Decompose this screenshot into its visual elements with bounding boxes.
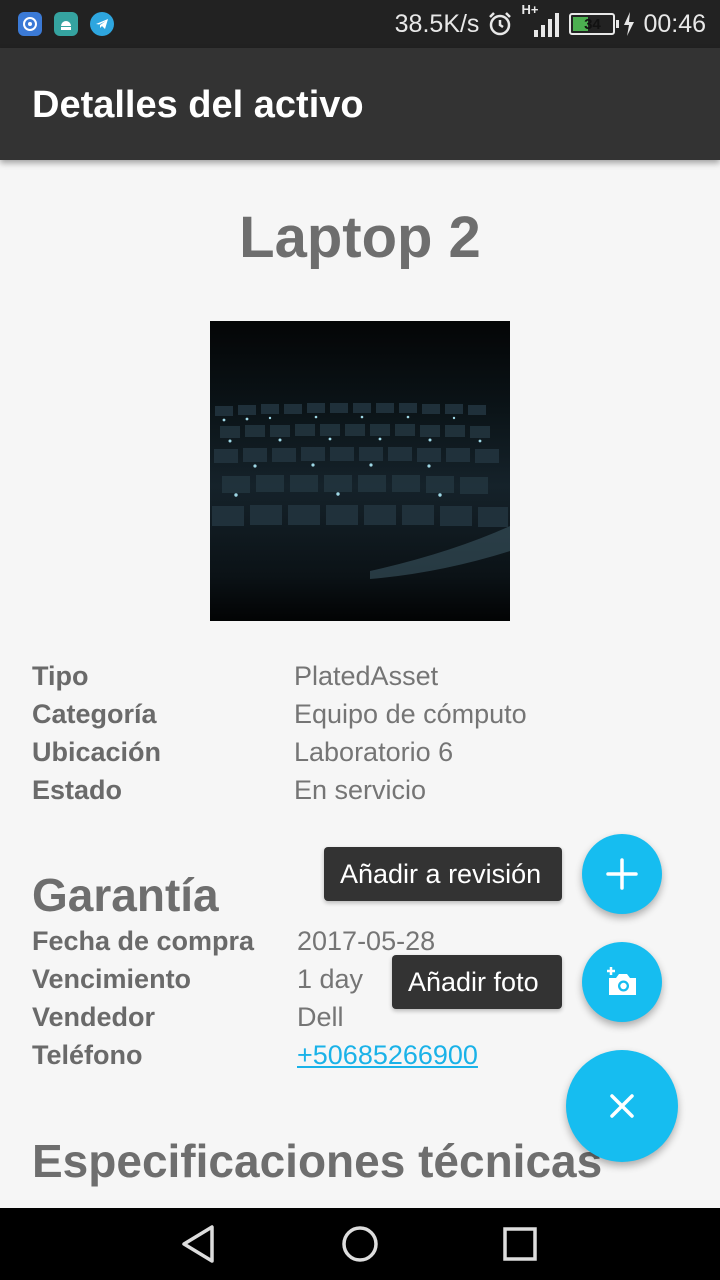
- info-value: Laboratorio 6: [294, 737, 454, 767]
- info-value: 2017-05-28: [297, 926, 436, 956]
- info-label: Vendedor: [32, 1002, 156, 1032]
- close-icon: [610, 1094, 634, 1118]
- status-bar: 38.5K/s H+ 34 00:46: [0, 0, 720, 48]
- page-title: Detalles del activo: [32, 84, 364, 126]
- plus-icon: [606, 858, 638, 890]
- warranty-section-title: Garantía: [32, 869, 219, 921]
- asset-name: Laptop 2: [239, 205, 481, 270]
- alarm-icon: [489, 12, 512, 36]
- info-value: PlatedAsset: [294, 661, 439, 691]
- info-label: Categoría: [32, 699, 157, 729]
- network-speed: 38.5K/s: [394, 9, 480, 38]
- info-value: 1 day: [297, 964, 364, 994]
- app-notification-icon: [18, 12, 42, 36]
- info-label: Vencimiento: [32, 964, 192, 994]
- info-label: Ubicación: [32, 737, 162, 767]
- info-label: Estado: [32, 775, 123, 805]
- info-row: Tipo PlatedAsset: [32, 661, 692, 699]
- clock: 00:46: [643, 9, 706, 38]
- add-review-button[interactable]: [582, 834, 662, 914]
- info-value: Equipo de cómputo: [294, 699, 527, 729]
- back-button[interactable]: [178, 1222, 222, 1266]
- close-fab-menu-button[interactable]: [566, 1050, 678, 1162]
- asset-photo[interactable]: [210, 321, 510, 621]
- info-value: Dell: [297, 1002, 344, 1032]
- specs-section-title: Especificaciones técnicas: [32, 1135, 603, 1187]
- add-photo-label[interactable]: Añadir foto: [392, 955, 562, 1009]
- add-photo-icon: [607, 967, 636, 995]
- info-label: Teléfono: [32, 1040, 143, 1070]
- info-value: En servicio: [294, 775, 427, 805]
- info-row: Categoría Equipo de cómputo: [32, 699, 692, 737]
- home-button[interactable]: [338, 1222, 382, 1266]
- info-label: Tipo: [32, 661, 89, 691]
- charging-icon: [624, 12, 635, 36]
- info-label: Fecha de compra: [32, 926, 255, 956]
- recents-icon: [503, 1227, 537, 1261]
- battery-level: 34: [584, 15, 601, 33]
- recents-button[interactable]: [498, 1222, 542, 1266]
- app-bar: Detalles del activo: [0, 48, 720, 160]
- signal-icon: H+: [521, 2, 561, 40]
- asset-info-table: Tipo PlatedAsset Categoría Equipo de cóm…: [32, 661, 692, 813]
- info-row: Ubicación Laboratorio 6: [32, 737, 692, 775]
- navigation-bar: [0, 1208, 720, 1280]
- telegram-icon: [90, 12, 114, 36]
- add-photo-button[interactable]: [582, 942, 662, 1022]
- back-icon: [182, 1225, 214, 1263]
- home-icon: [342, 1226, 378, 1262]
- info-row: Estado En servicio: [32, 775, 692, 813]
- battery-icon: 34: [569, 13, 620, 35]
- add-review-label[interactable]: Añadir a revisión: [324, 847, 562, 901]
- phone-link[interactable]: +50685266900: [297, 1040, 478, 1071]
- android-icon: [54, 12, 78, 36]
- status-indicators: 38.5K/s H+ 34 00:46: [395, 0, 706, 48]
